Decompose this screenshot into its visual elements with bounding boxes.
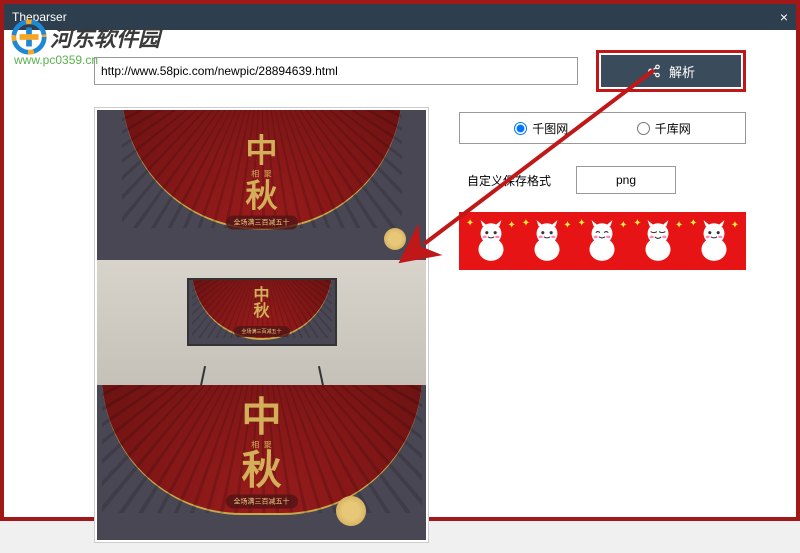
preview-image-2: 中 秋 全场满三百减五十 xyxy=(97,260,426,385)
share-icon xyxy=(647,64,661,78)
window-title: Theparser xyxy=(12,10,67,24)
cat-icon: ✦✦ xyxy=(693,218,735,264)
parse-button[interactable]: 解析 xyxy=(601,55,741,87)
format-label: 自定义保存格式 xyxy=(467,172,551,189)
cat-icon: ✦✦ xyxy=(637,218,679,264)
close-icon[interactable]: × xyxy=(780,9,788,25)
radio-qiantu[interactable]: 千图网 xyxy=(514,120,568,137)
parse-button-highlight: 解析 xyxy=(596,50,746,92)
preview-image-1: 中 相 聚 秋 全场满三百减五十 xyxy=(97,110,426,260)
url-input[interactable] xyxy=(94,57,578,85)
cat-icon: ✦✦ xyxy=(581,218,623,264)
preview-panel: 中 相 聚 秋 全场满三百减五十 中 秋 xyxy=(94,107,429,543)
radio-qianku[interactable]: 千库网 xyxy=(637,120,691,137)
preview-image-3: 中 相 聚 秋 全场满三百减五十 xyxy=(97,385,426,540)
parse-button-label: 解析 xyxy=(669,62,695,81)
source-radio-group: 千图网 千库网 xyxy=(459,112,746,144)
cat-icon: ✦✦ xyxy=(470,218,512,264)
format-value-box[interactable]: png xyxy=(576,166,676,194)
cat-icon: ✦✦ xyxy=(526,218,568,264)
decorative-band: ✦✦ ✦✦ ✦✦ ✦✦ ✦✦ xyxy=(459,212,746,270)
title-bar: Theparser × xyxy=(4,4,796,30)
